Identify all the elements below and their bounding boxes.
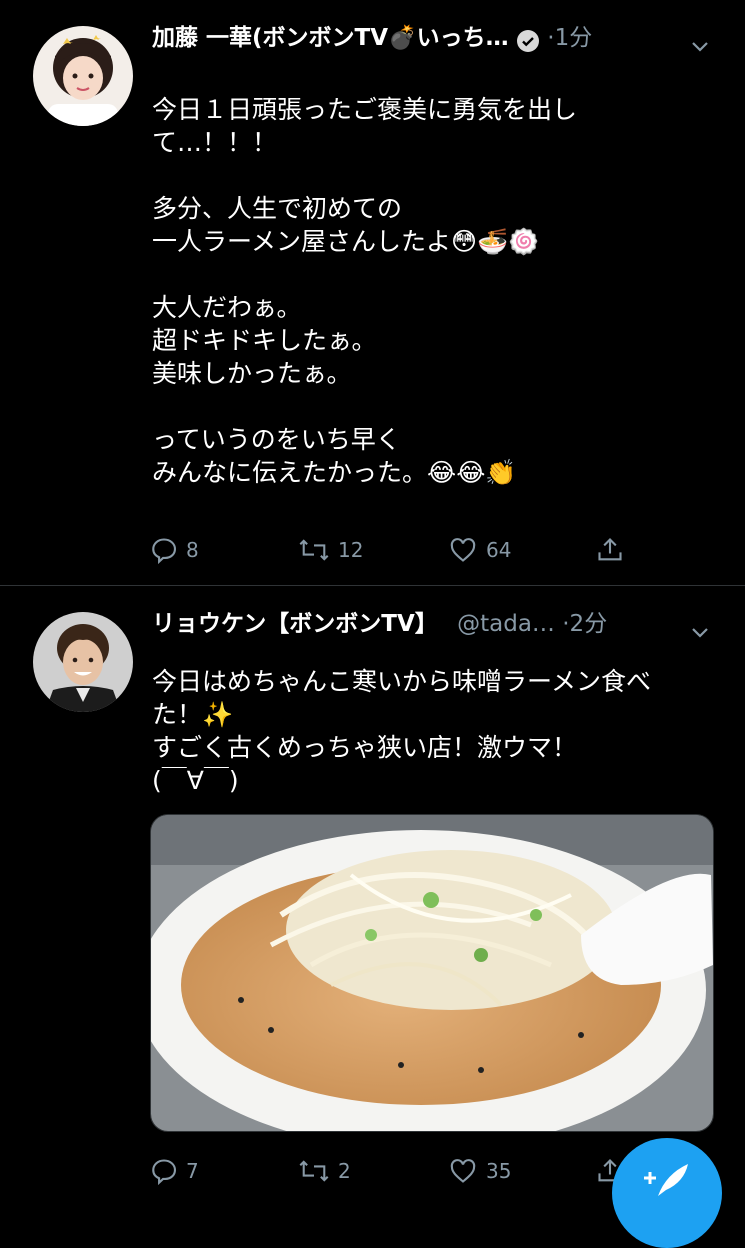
tweet-line: みんなに伝えたかった。😂😂👏: [152, 458, 517, 487]
reply-button[interactable]: 8: [150, 530, 199, 570]
retweet-icon: [299, 1160, 329, 1182]
tweet-line: っていうのをいち早く: [152, 425, 401, 454]
display-name[interactable]: 加藤 一華(ボンボンTV💣いっち…: [152, 18, 509, 58]
retweet-button[interactable]: 2: [298, 1151, 351, 1191]
share-icon: [598, 538, 622, 561]
tweet-line: 多分、人生で初めての: [152, 194, 403, 223]
avatar[interactable]: [33, 26, 133, 126]
tweet-line: 大人だわぁ。: [152, 293, 302, 322]
reply-count: 8: [186, 538, 199, 562]
tweet-line: て…！！！: [152, 128, 278, 157]
tweet[interactable]: 加藤 一華(ボンボンTV💣いっち… ·1分 今日１日頑張ったご褒美に勇気を出し …: [0, 0, 745, 586]
reply-button[interactable]: 7: [150, 1151, 199, 1191]
retweet-icon: [299, 539, 329, 561]
tweet-line: 今日１日頑張ったご褒美に勇気を出し: [152, 95, 578, 124]
heart-icon: [450, 1159, 476, 1183]
tweet-line: 超ドキドキしたぁ。: [152, 326, 377, 355]
tweet-line: 一人ラーメン屋さんしたよ😳🍜🍥: [152, 227, 540, 256]
tweet-text: 今日はめちゃんこ寒いから味噌ラーメン食べ た！✨ すごく古くめっちゃ狭い店！激ウ…: [152, 632, 715, 830]
retweet-count: 12: [338, 538, 364, 562]
like-count: 35: [486, 1159, 512, 1183]
tweet-actions: 8 12 64: [150, 530, 630, 570]
retweet-button[interactable]: 12: [298, 530, 363, 570]
tweet[interactable]: リョウケン【ボンボンTV】 @tada… ·2分 今日はめちゃんこ寒いから味噌ラ…: [0, 586, 745, 1200]
like-button[interactable]: 35: [448, 1151, 511, 1191]
tweet-line: 美味しかったぁ。: [152, 359, 352, 388]
retweet-count: 2: [338, 1159, 351, 1183]
tweet-actions: 7 2 35: [150, 1151, 630, 1191]
tweet-line: た！✨: [152, 700, 234, 729]
heart-icon: [450, 538, 476, 562]
tweet-line: (￣∀￣): [152, 766, 239, 795]
share-button[interactable]: [596, 530, 632, 570]
tweet-header: 加藤 一華(ボンボンTV💣いっち… ·1分: [152, 18, 725, 58]
avatar[interactable]: [33, 612, 133, 712]
tweet-line: すごく古くめっちゃ狭い店！激ウマ！: [152, 733, 578, 762]
tweet-photo[interactable]: [150, 814, 714, 1132]
compose-button[interactable]: [612, 1138, 722, 1248]
timestamp[interactable]: ·1分: [547, 18, 592, 58]
compose-icon: [644, 1164, 688, 1196]
tweet-line: 今日はめちゃんこ寒いから味噌ラーメン食べ: [152, 667, 652, 696]
reply-count: 7: [186, 1159, 199, 1183]
reply-icon: [152, 538, 177, 564]
tweet-text: 今日１日頑張ったご褒美に勇気を出し て…！！！ 多分、人生で初めての 一人ラーメ…: [152, 60, 715, 522]
reply-icon: [152, 1159, 177, 1185]
like-count: 64: [486, 538, 512, 562]
like-button[interactable]: 64: [448, 530, 511, 570]
